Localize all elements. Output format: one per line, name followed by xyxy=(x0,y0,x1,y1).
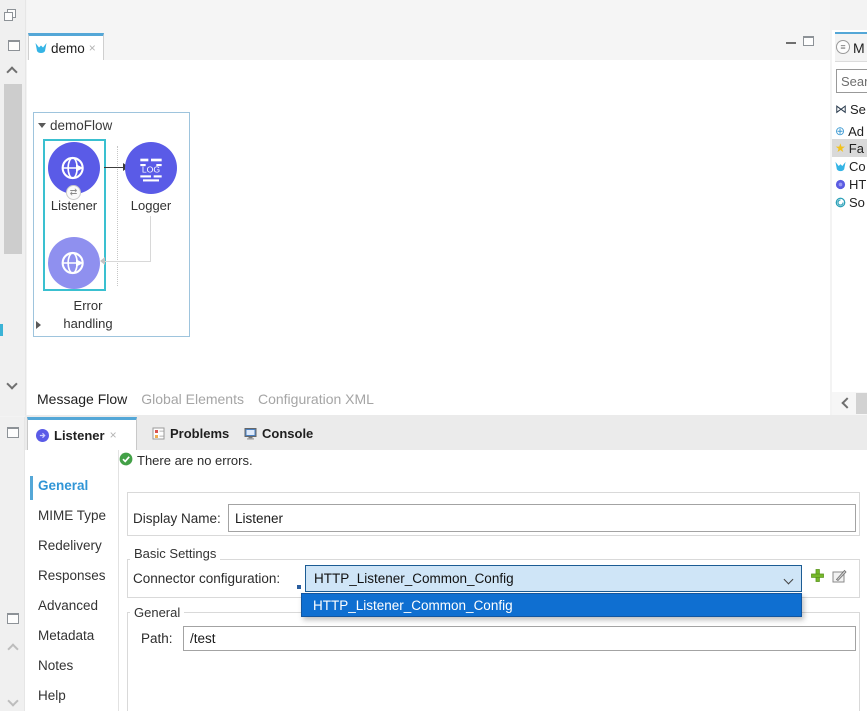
path-label: Path: xyxy=(141,631,173,646)
maximize-pane-icon[interactable] xyxy=(7,427,19,438)
exchange-icon: ⋈ xyxy=(835,103,847,115)
status-message: There are no errors. xyxy=(137,453,253,468)
console-icon xyxy=(244,427,257,440)
nav-item-mime-type[interactable]: MIME Type xyxy=(38,508,114,528)
maximize-view-icon[interactable] xyxy=(803,36,814,46)
collapse-flow-icon[interactable] xyxy=(38,123,46,128)
response-arrowhead-icon xyxy=(100,257,105,265)
expand-error-handling-icon[interactable] xyxy=(36,321,41,329)
maximize-pane-icon[interactable] xyxy=(7,613,19,624)
tab-global-elements[interactable]: Global Elements xyxy=(141,391,244,407)
flow-arrow xyxy=(104,167,124,168)
scroll-down-icon[interactable] xyxy=(6,378,17,389)
listener-node-label: Listener xyxy=(39,198,109,213)
no-errors-check-icon xyxy=(119,452,133,466)
mule-file-icon xyxy=(35,42,47,54)
add-config-button[interactable] xyxy=(810,568,825,583)
palette-item-core[interactable]: Co xyxy=(832,157,867,175)
tab-listener-label: Listener xyxy=(54,428,105,443)
editor-tabbar xyxy=(27,0,830,60)
h-scrollbar-thumb[interactable] xyxy=(856,393,867,414)
response-connector-line xyxy=(150,216,151,261)
bottom-left-strip xyxy=(0,417,25,711)
palette-search-input[interactable] xyxy=(836,69,867,93)
nav-item-responses[interactable]: Responses xyxy=(38,568,114,588)
logger-node-label: Logger xyxy=(116,198,186,213)
display-name-label: Display Name: xyxy=(133,511,221,526)
palette-title: M xyxy=(853,40,865,56)
svg-text:LOG: LOG xyxy=(142,165,161,175)
nav-item-notes[interactable]: Notes xyxy=(38,658,114,678)
chevron-down-icon xyxy=(784,575,794,585)
basic-settings-title: Basic Settings xyxy=(130,546,220,561)
vertical-scrollbar-thumb[interactable] xyxy=(4,84,22,254)
connector-config-dropdown: HTTP_Listener_Common_Config xyxy=(301,593,802,617)
scroll-down-icon[interactable] xyxy=(7,695,18,706)
nav-item-metadata[interactable]: Metadata xyxy=(38,628,114,648)
tab-demo-label: demo xyxy=(51,41,85,56)
nav-item-general[interactable]: General xyxy=(38,478,114,498)
tab-configuration-xml[interactable]: Configuration XML xyxy=(258,391,374,407)
problems-icon xyxy=(152,427,165,440)
editor-view-tabs: Message Flow Global Elements Configurati… xyxy=(37,391,374,407)
view-menu-icon[interactable]: ≡ xyxy=(836,40,850,54)
flow-title: demoFlow xyxy=(50,118,112,133)
scroll-up-icon[interactable] xyxy=(6,66,17,77)
close-icon[interactable]: × xyxy=(89,43,96,53)
tab-demo[interactable]: demo × xyxy=(28,33,104,60)
display-name-input[interactable] xyxy=(228,504,856,532)
add-icon: ⊕ xyxy=(835,125,845,137)
nav-item-advanced[interactable]: Advanced xyxy=(38,598,114,618)
nav-item-help[interactable]: Help xyxy=(38,688,114,708)
connector-config-value: HTTP_Listener_Common_Config xyxy=(314,571,514,586)
scroll-up-icon[interactable] xyxy=(7,643,18,654)
nav-selection-bar xyxy=(30,476,33,500)
tab-console[interactable]: Console xyxy=(244,417,313,450)
connector-config-combobox[interactable]: HTTP_Listener_Common_Config xyxy=(305,565,802,592)
sockets-icon xyxy=(835,197,846,208)
tab-problems[interactable]: Problems xyxy=(152,417,229,450)
field-decoration-dot xyxy=(297,585,301,589)
logger-node[interactable]: LOG xyxy=(125,142,177,194)
listener-response-node[interactable] xyxy=(48,237,100,289)
palette-item-sockets[interactable]: So xyxy=(832,193,867,211)
dropdown-option-http-listener-common-config[interactable]: HTTP_Listener_Common_Config xyxy=(313,598,513,613)
tab-message-flow[interactable]: Message Flow xyxy=(37,391,127,407)
palette-item-http[interactable]: HT xyxy=(832,175,867,193)
path-input[interactable] xyxy=(183,626,856,651)
tab-listener[interactable]: Listener × xyxy=(27,417,137,450)
restore-pane-icon[interactable] xyxy=(4,9,17,22)
palette-item-favorites[interactable]: ★ Fa xyxy=(832,139,867,157)
connector-config-label: Connector configuration: xyxy=(133,571,280,586)
general-group-title: General xyxy=(130,605,184,620)
http-icon xyxy=(835,179,846,190)
plus-icon xyxy=(810,568,825,583)
edit-config-button[interactable] xyxy=(832,569,847,583)
error-handling-label: Error handling xyxy=(48,297,128,333)
mule-palette: ≡ M ⋈ Se ⊕ Ad ★ Fa Co HT So xyxy=(832,30,867,392)
listener-tab-icon xyxy=(36,429,49,442)
nav-item-redelivery[interactable]: Redelivery xyxy=(38,538,114,558)
logger-icon: LOG xyxy=(135,152,167,184)
response-connector-line xyxy=(105,261,151,262)
nav-divider xyxy=(118,450,119,711)
maximize-pane-icon[interactable] xyxy=(8,40,20,51)
http-globe-icon xyxy=(58,152,90,184)
star-icon: ★ xyxy=(835,142,846,154)
edit-icon xyxy=(832,569,847,583)
mule-icon xyxy=(835,161,846,172)
minimize-view-icon[interactable] xyxy=(786,42,796,44)
http-globe-icon xyxy=(58,247,90,279)
palette-accent-line xyxy=(835,32,867,34)
minimized-view-sliver[interactable] xyxy=(0,324,3,336)
left-toolbar-strip xyxy=(0,0,26,416)
palette-item-add-modules[interactable]: ⊕ Ad xyxy=(832,122,867,140)
anypoint-studio-window: demo × demoFlow ⇄ Listener LOG Lo xyxy=(0,0,867,711)
close-icon[interactable]: × xyxy=(110,430,117,440)
palette-item-search-exchange[interactable]: ⋈ Se xyxy=(832,100,867,118)
